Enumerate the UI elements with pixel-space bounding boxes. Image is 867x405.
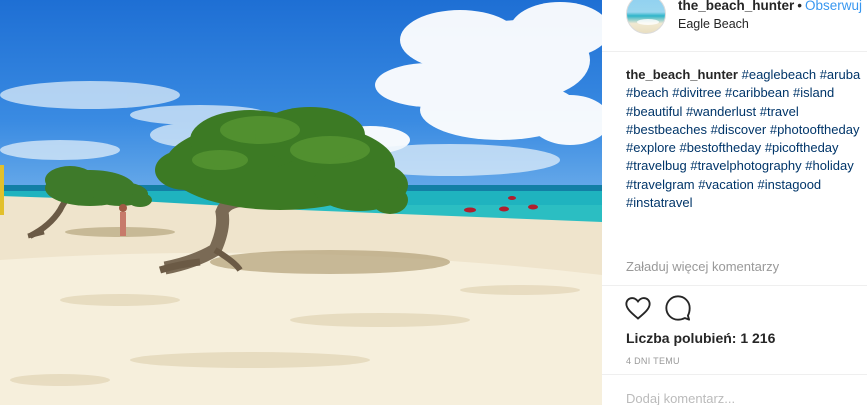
- follow-button[interactable]: Obserwuj: [805, 0, 862, 13]
- hashtag-link[interactable]: #beach: [626, 85, 669, 100]
- hashtag-link[interactable]: #bestbeaches: [626, 122, 707, 137]
- hashtag-link[interactable]: #travel: [760, 104, 799, 119]
- hashtag-link[interactable]: #bestoftheday: [680, 140, 762, 155]
- beach-scene-image: [0, 2, 602, 405]
- hashtag-link[interactable]: #picoftheday: [765, 140, 839, 155]
- hashtag-link[interactable]: #divitree: [672, 85, 721, 100]
- caption: the_beach_hunter #eaglebeach #aruba #bea…: [626, 66, 867, 212]
- caption-username[interactable]: the_beach_hunter: [626, 67, 738, 82]
- hashtag-link[interactable]: #eaglebeach: [742, 67, 816, 82]
- hashtag-link[interactable]: #vacation: [698, 177, 754, 192]
- comment-input[interactable]: [626, 391, 826, 405]
- hashtag-link[interactable]: #aruba: [820, 67, 860, 82]
- post-side-panel: the_beach_hunter • Obserwuj Eagle Beach th…: [602, 0, 867, 405]
- caption-hashtags: #eaglebeach #aruba #beach #divitree #car…: [626, 67, 860, 210]
- hashtag-link[interactable]: #travelphotography: [690, 158, 801, 173]
- header-user-line: the_beach_hunter • Obserwuj: [678, 0, 862, 13]
- post-header: the_beach_hunter • Obserwuj Eagle Beach: [602, 0, 867, 52]
- header-username[interactable]: the_beach_hunter: [678, 0, 794, 13]
- hashtag-link[interactable]: #photooftheday: [770, 122, 860, 137]
- hashtag-link[interactable]: #explore: [626, 140, 676, 155]
- post-actions: [602, 285, 867, 335]
- hashtag-link[interactable]: #discover: [711, 122, 767, 137]
- comment-form: [602, 374, 867, 405]
- hashtag-link[interactable]: #caribbean: [725, 85, 789, 100]
- heart-icon[interactable]: [624, 294, 652, 322]
- hashtag-link[interactable]: #instagood: [758, 177, 822, 192]
- location-link[interactable]: Eagle Beach: [678, 17, 749, 31]
- hashtag-link[interactable]: #holiday: [805, 158, 853, 173]
- hashtag-link[interactable]: #island: [793, 85, 834, 100]
- hashtag-link[interactable]: #beautiful: [626, 104, 682, 119]
- hashtag-link[interactable]: #travelbug: [626, 158, 687, 173]
- hashtag-link[interactable]: #wanderlust: [686, 104, 756, 119]
- hashtag-link[interactable]: #instatravel: [626, 195, 692, 210]
- post-timestamp[interactable]: 4 DNI TEMU: [626, 356, 680, 366]
- hashtag-link[interactable]: #travelgram: [626, 177, 695, 192]
- header-separator: •: [797, 0, 803, 13]
- likes-count[interactable]: Liczba polubień: 1 216: [626, 330, 775, 346]
- comment-bubble-icon[interactable]: [664, 294, 692, 322]
- avatar[interactable]: [626, 0, 666, 34]
- load-more-comments-button[interactable]: Załaduj więcej komentarzy: [626, 259, 779, 274]
- post-photo[interactable]: [0, 0, 602, 405]
